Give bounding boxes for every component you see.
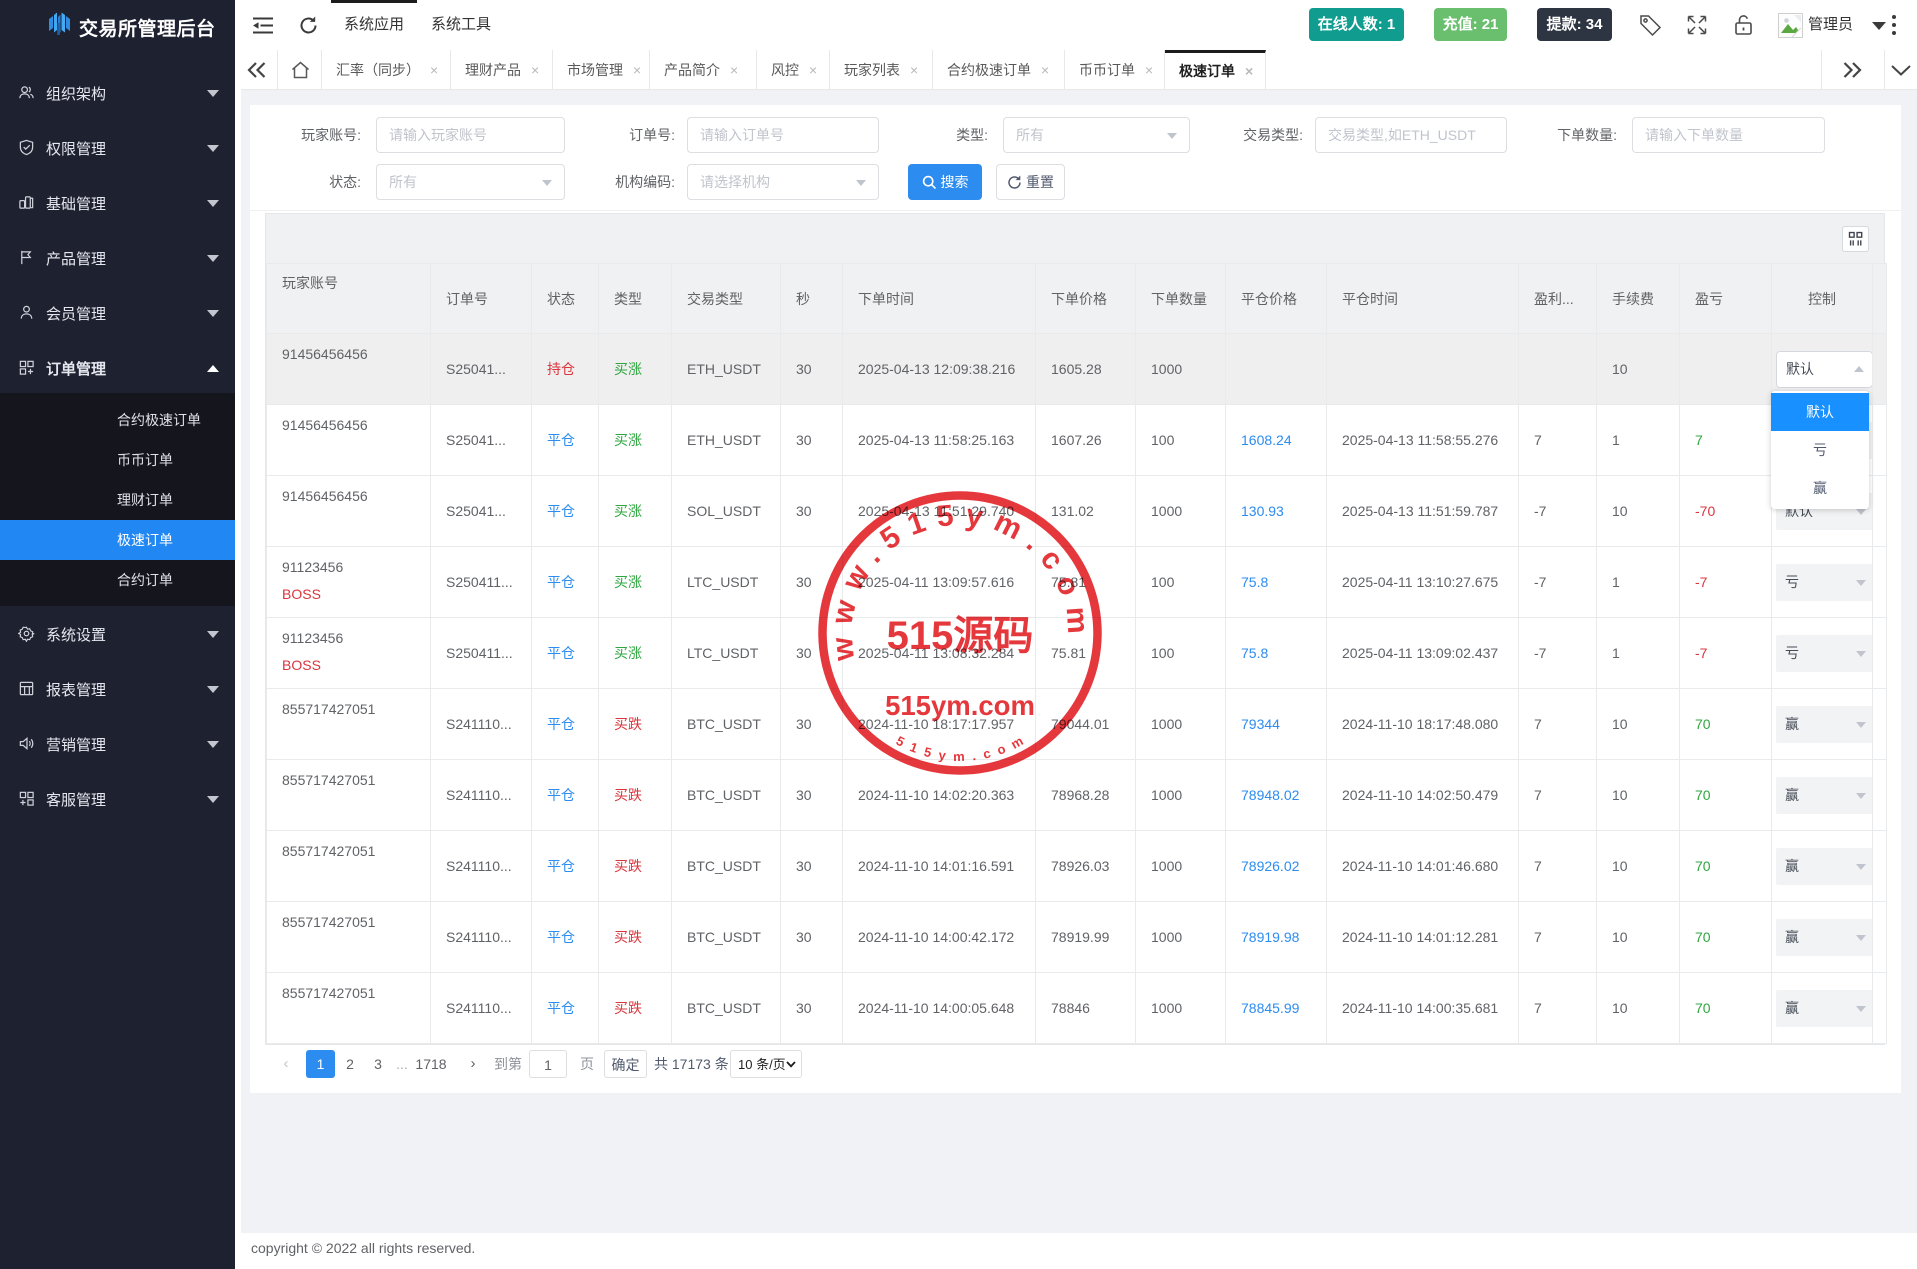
svg-text:515ym.com: 515ym.com [885,690,1035,721]
svg-text:515源码: 515源码 [887,614,1034,658]
